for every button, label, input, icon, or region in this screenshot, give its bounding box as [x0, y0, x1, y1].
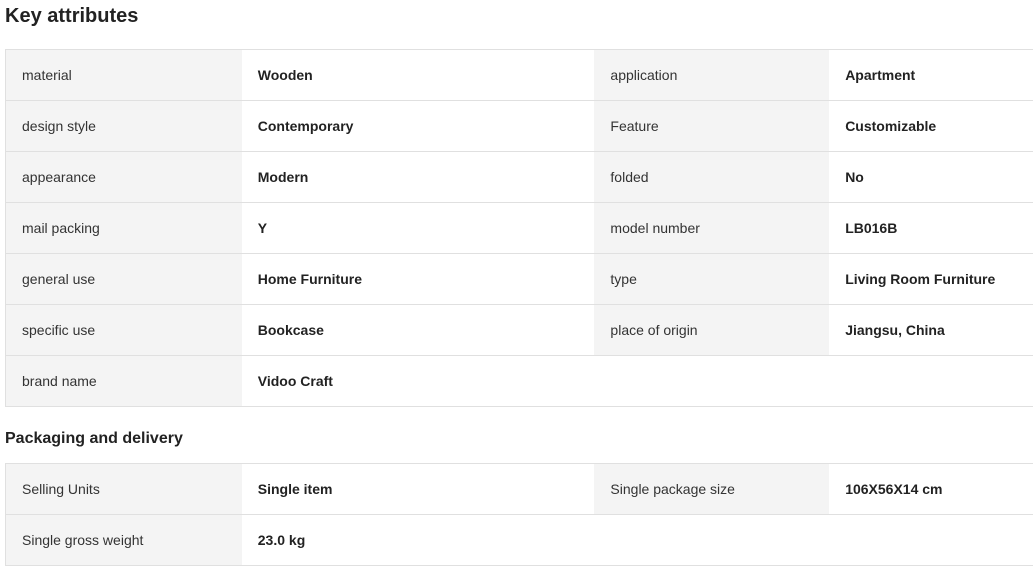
attribute-value: Bookcase: [241, 305, 595, 355]
attribute-label: design style: [6, 101, 242, 151]
attribute-label: type: [594, 254, 830, 304]
attribute-value: Customizable: [829, 101, 1033, 151]
attribute-value: LB016B: [829, 203, 1033, 253]
key-attributes-title: Key attributes: [5, 5, 139, 27]
attribute-value: Home Furniture: [241, 254, 595, 304]
empty-cell: [594, 515, 830, 565]
attribute-label: place of origin: [594, 305, 830, 355]
empty-cell: [594, 356, 830, 406]
attribute-value: Wooden: [241, 50, 595, 100]
attribute-label: Selling Units: [6, 464, 242, 514]
attribute-label: brand name: [6, 356, 242, 406]
table-row: brand name Vidoo Craft: [6, 356, 1033, 407]
table-row: material Wooden application Apartment: [6, 50, 1033, 101]
attribute-value: Living Room Furniture: [829, 254, 1033, 304]
attribute-value: Vidoo Craft: [241, 356, 595, 406]
attribute-label: material: [6, 50, 242, 100]
attribute-label: general use: [6, 254, 242, 304]
table-row: Single gross weight 23.0 kg: [6, 515, 1033, 566]
attribute-value: No: [829, 152, 1033, 202]
empty-cell: [829, 356, 1033, 406]
attribute-value: 106X56X14 cm: [829, 464, 1033, 514]
attribute-label: appearance: [6, 152, 242, 202]
empty-cell: [829, 515, 1033, 565]
attribute-value: Modern: [241, 152, 595, 202]
attribute-label: application: [594, 50, 830, 100]
attribute-label: mail packing: [6, 203, 242, 253]
attribute-value: Y: [241, 203, 595, 253]
attribute-value: Single item: [241, 464, 595, 514]
table-row: appearance Modern folded No: [6, 152, 1033, 203]
attribute-label: model number: [594, 203, 830, 253]
attribute-value: Apartment: [829, 50, 1033, 100]
table-row: general use Home Furniture type Living R…: [6, 254, 1033, 305]
packaging-delivery-title: Packaging and delivery: [5, 430, 183, 447]
table-row: specific use Bookcase place of origin Ji…: [6, 305, 1033, 356]
attribute-label: folded: [594, 152, 830, 202]
attribute-label: Single package size: [594, 464, 830, 514]
attribute-label: Feature: [594, 101, 830, 151]
table-row: mail packing Y model number LB016B: [6, 203, 1033, 254]
table-row: design style Contemporary Feature Custom…: [6, 101, 1033, 152]
attribute-value: Contemporary: [241, 101, 595, 151]
attribute-label: Single gross weight: [6, 515, 242, 565]
attribute-value: 23.0 kg: [241, 515, 595, 565]
table-row: Selling Units Single item Single package…: [6, 464, 1033, 515]
attribute-value: Jiangsu, China: [829, 305, 1033, 355]
packaging-table: Selling Units Single item Single package…: [5, 463, 1033, 566]
attribute-label: specific use: [6, 305, 242, 355]
key-attributes-table: material Wooden application Apartment de…: [5, 49, 1033, 407]
